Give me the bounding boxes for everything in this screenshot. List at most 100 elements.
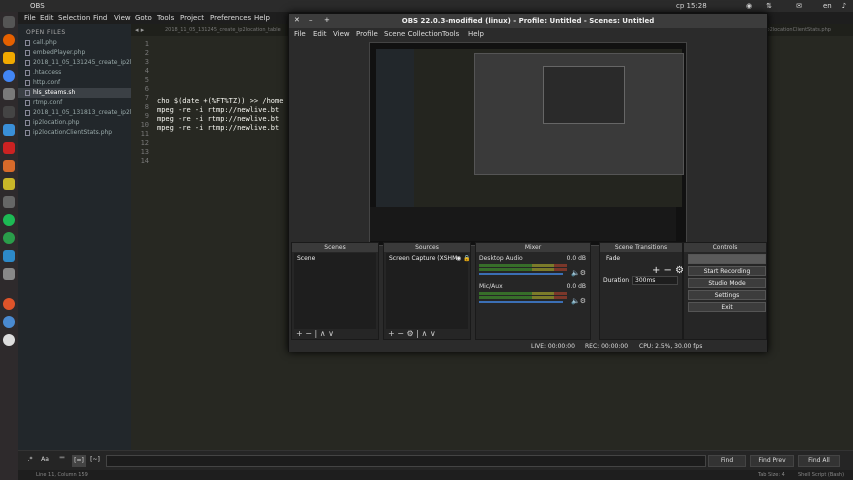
app-icon[interactable] [3,178,15,190]
in-selection-toggle[interactable]: [~] [88,455,102,467]
exit-button[interactable]: Exit [688,302,766,312]
menu-project[interactable]: Project [180,14,204,22]
obs-menu-scene-collection[interactable]: Scene Collection [384,30,442,38]
spotify-icon[interactable] [3,214,15,226]
sources-header: Sources [384,243,470,252]
volume-icon[interactable]: ♪ [840,2,848,10]
app-icon[interactable] [3,142,15,154]
find-prev-button[interactable]: Find Prev [750,455,794,467]
editor-tab[interactable]: 2018_11_05_131245_create_ip2location_tab… [161,24,285,36]
network-icon[interactable]: ⇅ [765,2,773,10]
obs-titlebar[interactable]: ✕ – + OBS 22.0.3-modified (linux) - Prof… [289,14,767,28]
menu-goto[interactable]: Goto [135,14,152,22]
settings-button[interactable]: Settings [688,290,766,300]
whole-word-toggle[interactable]: "" [55,455,69,467]
clock[interactable]: ср 15:28 [676,2,707,10]
duration-input[interactable]: 300ms [632,276,678,285]
menu-find[interactable]: Find [93,14,107,22]
app-icon[interactable] [3,250,15,262]
find-input[interactable] [106,455,706,467]
file-item[interactable]: http.conf [18,78,131,88]
file-item[interactable]: ip2location.php [18,118,131,128]
find-all-button[interactable]: Find All [798,455,840,467]
active-app-title: OBS [30,2,45,10]
sidebar-header: OPEN FILES [26,29,66,36]
sources-toolbar[interactable]: + − ⚙ | ∧ ∨ [388,329,436,338]
source-item[interactable]: Screen Capture (XSHM [389,255,457,262]
transition-select[interactable]: Fade [606,255,620,262]
app-icon[interactable] [3,232,15,244]
sublime-icon[interactable] [3,52,15,64]
preview-capture [376,49,684,207]
case-toggle[interactable]: Aa [38,455,52,467]
menu-file[interactable]: File [24,14,36,22]
files-icon[interactable] [3,88,15,100]
app-icon[interactable] [3,268,15,280]
app-icon[interactable] [3,160,15,172]
obs-menu-edit[interactable]: Edit [313,30,327,38]
menu-help[interactable]: Help [254,14,270,22]
file-item[interactable]: rtmp.conf [18,98,131,108]
add-remove-transition[interactable]: + − ⚙ [652,265,684,276]
find-button[interactable]: Find [708,455,746,467]
volume-slider[interactable] [479,273,563,275]
obs-status-bar: LIVE: 00:00:00 REC: 00:00:00 CPU: 2.5%, … [289,341,767,352]
scenes-list[interactable]: Scene [294,253,376,329]
file-item[interactable]: .htaccess [18,68,131,78]
menu-tools[interactable]: Tools [157,14,174,22]
tab-nav-arrows[interactable]: ◂ ▸ [135,26,144,34]
regex-toggle[interactable]: .* [24,455,36,467]
obs-icon[interactable] [3,334,15,346]
code-line[interactable]: mpeg -re -i rtmp://newlive.bt [157,124,279,132]
app-icon[interactable] [3,196,15,208]
editor-tab[interactable]: ip2locationClientStats.php [761,24,835,36]
file-item[interactable]: 2018_11_05_131245_create_ip2loca [18,58,142,68]
menu-preferences[interactable]: Preferences [210,14,251,22]
terminal-icon[interactable] [3,106,15,118]
menu-selection[interactable]: Selection [58,14,90,22]
file-item[interactable]: embedPlayer.php [18,48,131,58]
tab-size[interactable]: Tab Size: 4 [758,472,785,478]
line-number: 10 [140,121,149,129]
obs-menu-tools[interactable]: Tools [442,30,459,38]
volume-slider[interactable] [479,301,563,303]
obs-menu-view[interactable]: View [333,30,350,38]
code-line[interactable]: mpeg -re -i rtmp://newlive.bt [157,115,279,123]
mute-icon[interactable]: 🔈⚙ [571,297,586,305]
search-icon[interactable] [3,16,15,28]
mail-icon[interactable]: ✉ [795,2,803,10]
scene-item[interactable]: Scene [297,255,315,262]
transitions-header: Scene Transitions [600,243,682,252]
syntax-mode[interactable]: Shell Script (Bash) [798,472,844,478]
file-item[interactable]: call.php [18,38,131,48]
wrap-toggle[interactable]: [=] [72,455,86,467]
line-number: 12 [140,139,149,147]
app-icon[interactable] [3,298,15,310]
code-line[interactable]: mpeg -re -i rtmp://newlive.bt [157,106,279,114]
obs-menu-file[interactable]: File [294,30,306,38]
scenes-toolbar[interactable]: + − | ∧ ∨ [296,329,334,338]
line-number: 6 [144,85,149,93]
start-recording-button[interactable]: Start Recording [688,266,766,276]
code-line[interactable]: cho $(date +(%FT%TZ)) >> /home [157,97,283,105]
visibility-icon[interactable]: ◉ 🔒 [456,255,471,262]
chrome-icon[interactable] [3,70,15,82]
menu-view[interactable]: View [114,14,131,22]
menu-edit[interactable]: Edit [40,14,54,22]
mute-icon[interactable]: 🔈⚙ [571,269,586,277]
obs-menu-help[interactable]: Help [468,30,484,38]
studio-mode-button[interactable]: Studio Mode [688,278,766,288]
line-number: 13 [140,148,149,156]
file-item[interactable]: 2018_11_05_131813_create_ip2loca [18,108,142,118]
file-item[interactable]: ip2locationClientStats.php [18,128,131,138]
file-item-active[interactable]: hls_steams.sh [18,88,131,98]
obs-preview[interactable] [369,42,687,246]
keyboard-layout[interactable]: en [823,2,832,10]
obs-menu-profile[interactable]: Profile [356,30,378,38]
firefox-icon[interactable] [3,34,15,46]
network-icon[interactable]: ◉ [745,2,753,10]
sources-list[interactable]: Screen Capture (XSHM ◉ 🔒 [386,253,471,329]
start-streaming-button[interactable] [688,254,766,264]
app-icon[interactable] [3,316,15,328]
app-icon[interactable] [3,124,15,136]
